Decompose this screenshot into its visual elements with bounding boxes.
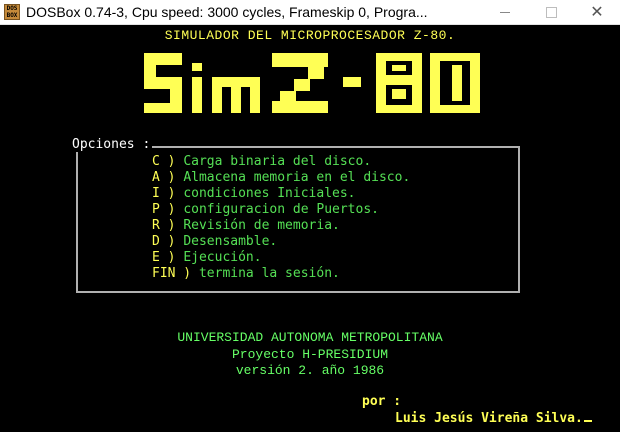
menu-item-carga[interactable]: C ) Carga binaria del disco.: [152, 154, 410, 170]
menu-paren: ): [159, 170, 184, 185]
menu-paren: ): [159, 234, 184, 249]
menu-item-puertos[interactable]: P ) configuracion de Puertos.: [152, 202, 410, 218]
menu-item-fin[interactable]: FIN ) termina la sesión.: [152, 266, 410, 282]
maximize-button[interactable]: [528, 0, 574, 24]
author-text: Luis Jesús Vireña Silva.: [395, 411, 583, 426]
menu-key: FIN: [152, 266, 176, 281]
menu-desc: configuracion de Puertos.: [183, 202, 379, 217]
program-subtitle: SIMULADOR DEL MICROPROCESADOR Z-80.: [164, 28, 456, 43]
menu-paren: ): [159, 186, 184, 201]
maximize-icon: [545, 6, 557, 18]
menu-desc: Almacena memoria en el disco.: [183, 170, 411, 185]
menu-paren: ): [159, 202, 184, 217]
menu-item-almacena[interactable]: A ) Almacena memoria en el disco.: [152, 170, 410, 186]
menu-key: C: [152, 154, 160, 169]
close-icon: ✕: [590, 4, 604, 21]
menu-item-revision[interactable]: R ) Revisión de memoria.: [152, 218, 410, 234]
author-name: Luis Jesús Vireña Silva.: [395, 411, 592, 426]
sim-z80-logo: [144, 53, 480, 113]
menu-item-ejecucion[interactable]: E ) Ejecución.: [152, 250, 410, 266]
menu-paren: ): [159, 218, 184, 233]
project-credit: Proyecto H-PRESIDIUM: [231, 347, 389, 362]
university-credit: UNIVERSIDAD AUTONOMA METROPOLITANA: [177, 330, 443, 345]
version-credit: versión 2. año 1986: [235, 363, 385, 378]
menu-key: A: [152, 170, 160, 185]
menu-key: D: [152, 234, 160, 249]
minimize-button[interactable]: [482, 0, 528, 24]
dosbox-app-icon[interactable]: DOS BOX: [4, 4, 20, 20]
dos-screen[interactable]: SIMULADOR DEL MICROPROCESADOR Z-80. Opci…: [0, 25, 620, 432]
by-label: por :: [362, 394, 402, 409]
options-label: Opciones :: [72, 137, 153, 152]
menu-key: R: [152, 218, 160, 233]
menu-desc: Desensamble.: [183, 234, 278, 249]
menu-key: I: [152, 186, 160, 201]
minimize-icon: [500, 11, 510, 13]
menu-item-desensamble[interactable]: D ) Desensamble.: [152, 234, 410, 250]
window-title: DOSBox 0.74-3, Cpu speed: 3000 cycles, F…: [26, 4, 428, 20]
close-button[interactable]: ✕: [574, 0, 620, 24]
menu-paren: ): [159, 154, 184, 169]
menu-key: P: [152, 202, 160, 217]
menu-item-condiciones[interactable]: I ) condiciones Iniciales.: [152, 186, 410, 202]
menu-key: E: [152, 250, 160, 265]
menu-desc: Ejecución.: [183, 250, 262, 265]
options-menu-list: C ) Carga binaria del disco. A ) Almacen…: [152, 154, 410, 282]
menu-desc: Revisión de memoria.: [183, 218, 340, 233]
menu-paren: ): [159, 250, 184, 265]
menu-desc: Carga binaria del disco.: [183, 154, 372, 169]
menu-desc: condiciones Iniciales.: [183, 186, 356, 201]
menu-desc: termina la sesión.: [198, 266, 340, 281]
menu-paren: ): [175, 266, 199, 281]
text-cursor: [583, 420, 592, 422]
window-titlebar[interactable]: DOS BOX DOSBox 0.74-3, Cpu speed: 3000 c…: [0, 0, 620, 25]
